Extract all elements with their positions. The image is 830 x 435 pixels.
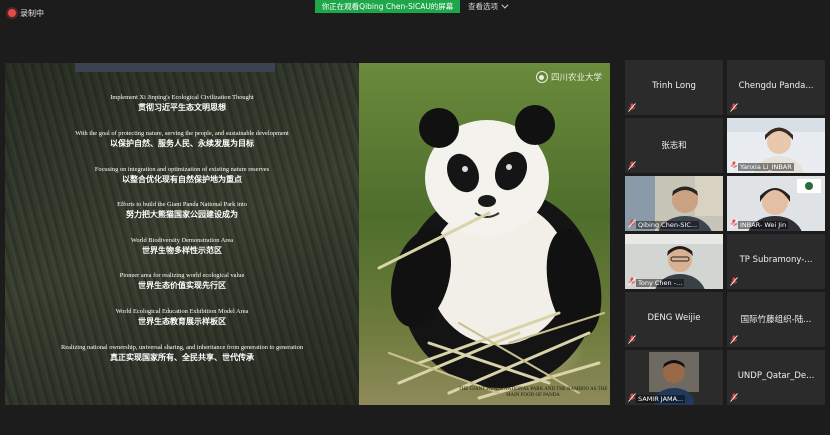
slide-line-cn: 世界生态教育展示样板区 [138, 316, 226, 326]
participant-name: Qibing Chen-SIC... [636, 221, 700, 229]
view-options-label: 查看选项 [468, 2, 498, 11]
participant-name: UNDP_Qatar_De... [737, 371, 815, 381]
recording-label: 录制中 [20, 8, 44, 18]
participant-name: TP Subramony-... [739, 255, 813, 265]
slide-line-cn: 以保护自然、服务人民、永续发展为目标 [110, 138, 254, 148]
participant-tile-video[interactable]: Tony Chen -... [625, 234, 723, 289]
participant-tile-video[interactable]: Yanxia Li_INBAR [727, 118, 825, 173]
slide-line: Realizing national ownership, universal … [5, 343, 359, 363]
participant-tile[interactable]: 张志和 [625, 118, 723, 173]
participant-tile-video[interactable]: SAMIR JAMA... [625, 350, 723, 405]
mic-muted-icon [628, 277, 636, 286]
view-options-button[interactable]: 查看选项 [468, 0, 509, 13]
chevron-down-icon [501, 1, 509, 9]
record-icon [8, 9, 16, 17]
university-seal-icon [535, 71, 548, 83]
participant-name: 张志和 [661, 141, 687, 151]
mic-muted-icon [628, 219, 636, 228]
university-logo: 四川农业大学 [535, 69, 602, 85]
slide-line-cn: 世界生物多样性示范区 [142, 245, 222, 255]
slide-line-en: World Ecological Education Exhibition Mo… [115, 308, 249, 315]
giant-panda-photo [377, 105, 605, 400]
slide-line-en: World Biodiversity Demonstration Area [130, 237, 234, 244]
participant-tile[interactable]: TP Subramony-... [727, 234, 825, 289]
slide-line-cn: 贯彻习近平生态文明思想 [138, 102, 226, 112]
mic-muted-icon [730, 161, 738, 170]
slide-line-cn: 以整合优化现有自然保护地为重点 [122, 174, 242, 184]
participant-name: Tony Chen -... [636, 279, 685, 287]
participant-name: Chengdu Panda... [738, 81, 814, 91]
participant-tile[interactable]: Trinh Long [625, 60, 723, 115]
slide-line: Efforts to build the Giant Panda Nationa… [5, 200, 359, 220]
slide-line-en: Realizing national ownership, universal … [60, 344, 304, 351]
slide-line: Pioneer area for realizing world ecologi… [5, 271, 359, 291]
mic-muted-icon [628, 161, 636, 170]
slide-line-en: Pioneer area for realizing world ecologi… [119, 272, 245, 279]
slide-photo-panel: 四川农业大学 THE GIANT PANDA NATIONAL PARK AND… [359, 63, 610, 405]
slide-line: World Biodiversity Demonstration Area 世界… [5, 236, 359, 256]
slide-line-en: With the goal of protecting nature, serv… [75, 130, 289, 137]
mic-muted-icon [730, 335, 738, 344]
university-logo-text: 四川农业大学 [550, 73, 602, 83]
participant-name: INBAR- Wei Jin [738, 221, 789, 229]
participant-tile-video[interactable]: INBAR- Wei Jin [727, 176, 825, 231]
participant-name: DENG Weijie [647, 313, 701, 323]
slide-line-cn: 努力把大熊猫国家公园建设成为 [126, 209, 238, 219]
slide-line: Implement Xi Jinping's Ecological Civili… [5, 93, 359, 113]
slide-line-en: Implement Xi Jinping's Ecological Civili… [110, 94, 254, 101]
slide-text-panel: Implement Xi Jinping's Ecological Civili… [5, 63, 359, 405]
slide-line-en: Focusing on integration and optimization… [94, 166, 270, 173]
slide-line: With the goal of protecting nature, serv… [5, 129, 359, 149]
participant-name: 国际竹藤组织-陆... [740, 315, 812, 325]
participant-name: SAMIR JAMA... [636, 395, 686, 403]
screen-share-banner: 你正在观看Qibing Chen-SICAU的屏幕 [315, 0, 460, 13]
slide-header-bar [75, 63, 275, 72]
participant-name: Yanxia Li_INBAR [738, 163, 794, 171]
slide-line: Focusing on integration and optimization… [5, 165, 359, 185]
participant-tile[interactable]: 国际竹藤组织-陆... [727, 292, 825, 347]
participant-name: Trinh Long [652, 81, 696, 91]
participant-tile[interactable]: UNDP_Qatar_De... [727, 350, 825, 405]
photo-caption: THE GIANT PANDA NATIONAL PARK AND THE BA… [458, 387, 608, 398]
mic-muted-icon [730, 277, 738, 286]
mic-muted-icon [730, 103, 738, 112]
recording-indicator[interactable]: 录制中 [8, 6, 44, 20]
mic-muted-icon [628, 393, 636, 402]
slide-line-cn: 世界生态价值实现先行区 [138, 280, 226, 290]
mic-muted-icon [730, 219, 738, 228]
participant-tile-video-active-speaker[interactable]: Qibing Chen-SIC... [625, 176, 723, 231]
mic-muted-icon [730, 393, 738, 402]
slide-line: World Ecological Education Exhibition Mo… [5, 307, 359, 327]
mic-muted-icon [628, 335, 636, 344]
shared-screen[interactable]: Implement Xi Jinping's Ecological Civili… [5, 63, 610, 405]
participant-tile[interactable]: DENG Weijie [625, 292, 723, 347]
mic-muted-icon [628, 103, 636, 112]
slide-line-en: Efforts to build the Giant Panda Nationa… [117, 201, 247, 208]
slide-line-cn: 真正实现国家所有、全民共享、世代传承 [110, 352, 254, 362]
participant-tile[interactable]: Chengdu Panda... [727, 60, 825, 115]
